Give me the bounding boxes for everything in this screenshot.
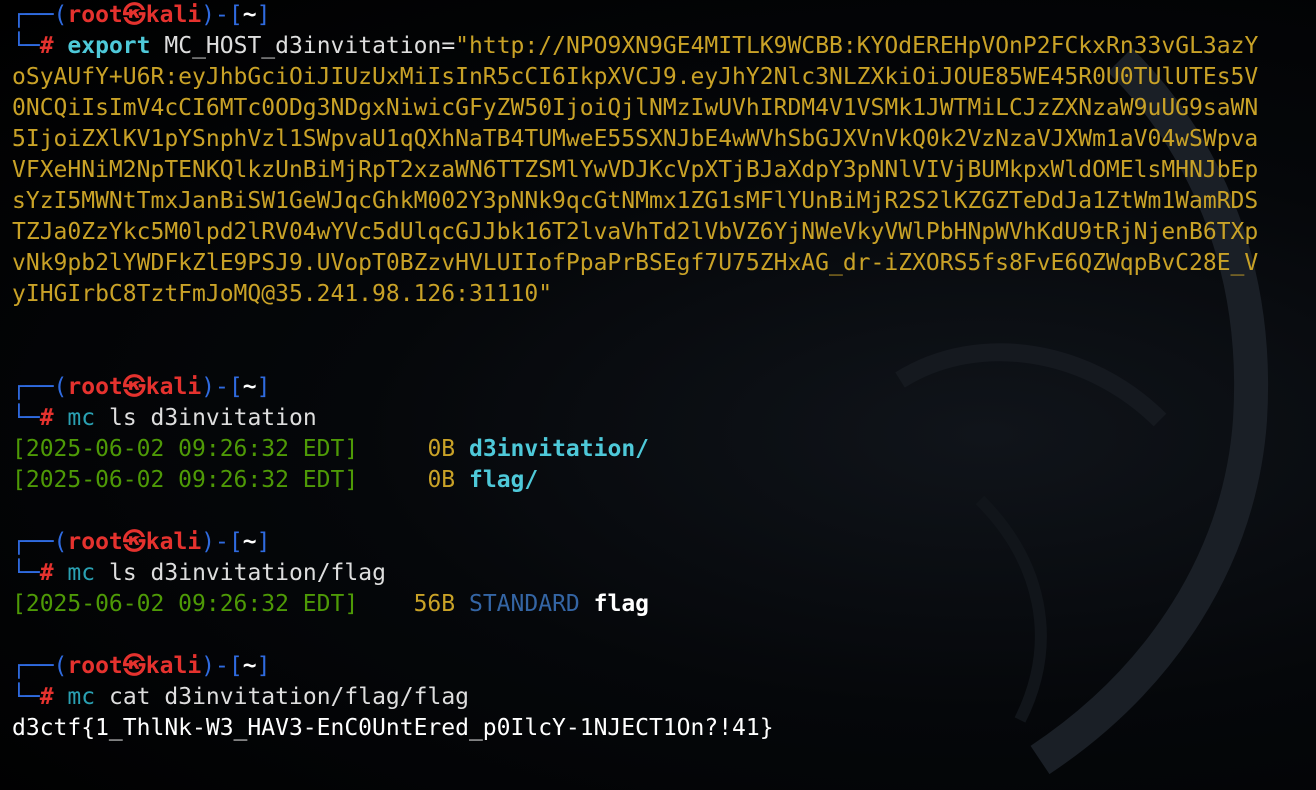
skull-icon: ㉿ — [122, 2, 146, 28]
prompt-line: ┌──(root㉿kali)-[~] — [12, 374, 271, 400]
terminal-output: ┌──(root㉿kali)-[~] └─# export MC_HOST_d3… — [12, 0, 1308, 744]
command-line-ls-flag[interactable]: └─# mc ls d3invitation/flag — [12, 558, 1308, 589]
skull-icon: ㉿ — [122, 374, 146, 400]
command-line-cat[interactable]: └─# mc cat d3invitation/flag/flag — [12, 682, 1308, 713]
list-item: [2025-06-02 09:26:32 EDT] 0B flag/ — [12, 467, 539, 493]
list-item: [2025-06-02 09:26:32 EDT] 56B STANDARD f… — [12, 591, 650, 617]
command-string-value: "http://NPO9XN9GE4MITLK9WCBB:KYOdEREHpVO… — [12, 33, 1259, 307]
prompt-line: ┌──(root㉿kali)-[~] — [12, 653, 271, 679]
prompt-line: ┌──(root㉿kali)-[~] — [12, 529, 271, 555]
list-item: [2025-06-02 09:26:32 EDT] 0B d3invitatio… — [12, 436, 650, 462]
command-line-ls[interactable]: └─# mc ls d3invitation — [12, 403, 1308, 434]
flag-output: d3ctf{1_ThlNk-W3_HAV3-EnC0UntEred_p0IlcY… — [12, 715, 774, 741]
skull-icon: ㉿ — [122, 653, 146, 679]
terminal-window[interactable]: ┌──(root㉿kali)-[~] └─# export MC_HOST_d3… — [0, 0, 1316, 790]
command-assignment: MC_HOST_d3invitation= — [164, 33, 456, 59]
command-keyword: export — [67, 33, 151, 59]
prompt-line: ┌──(root㉿kali)-[~] — [12, 2, 271, 28]
skull-icon: ㉿ — [122, 529, 146, 555]
command-line-export[interactable]: └─# export MC_HOST_d3invitation="http://… — [12, 31, 1262, 310]
